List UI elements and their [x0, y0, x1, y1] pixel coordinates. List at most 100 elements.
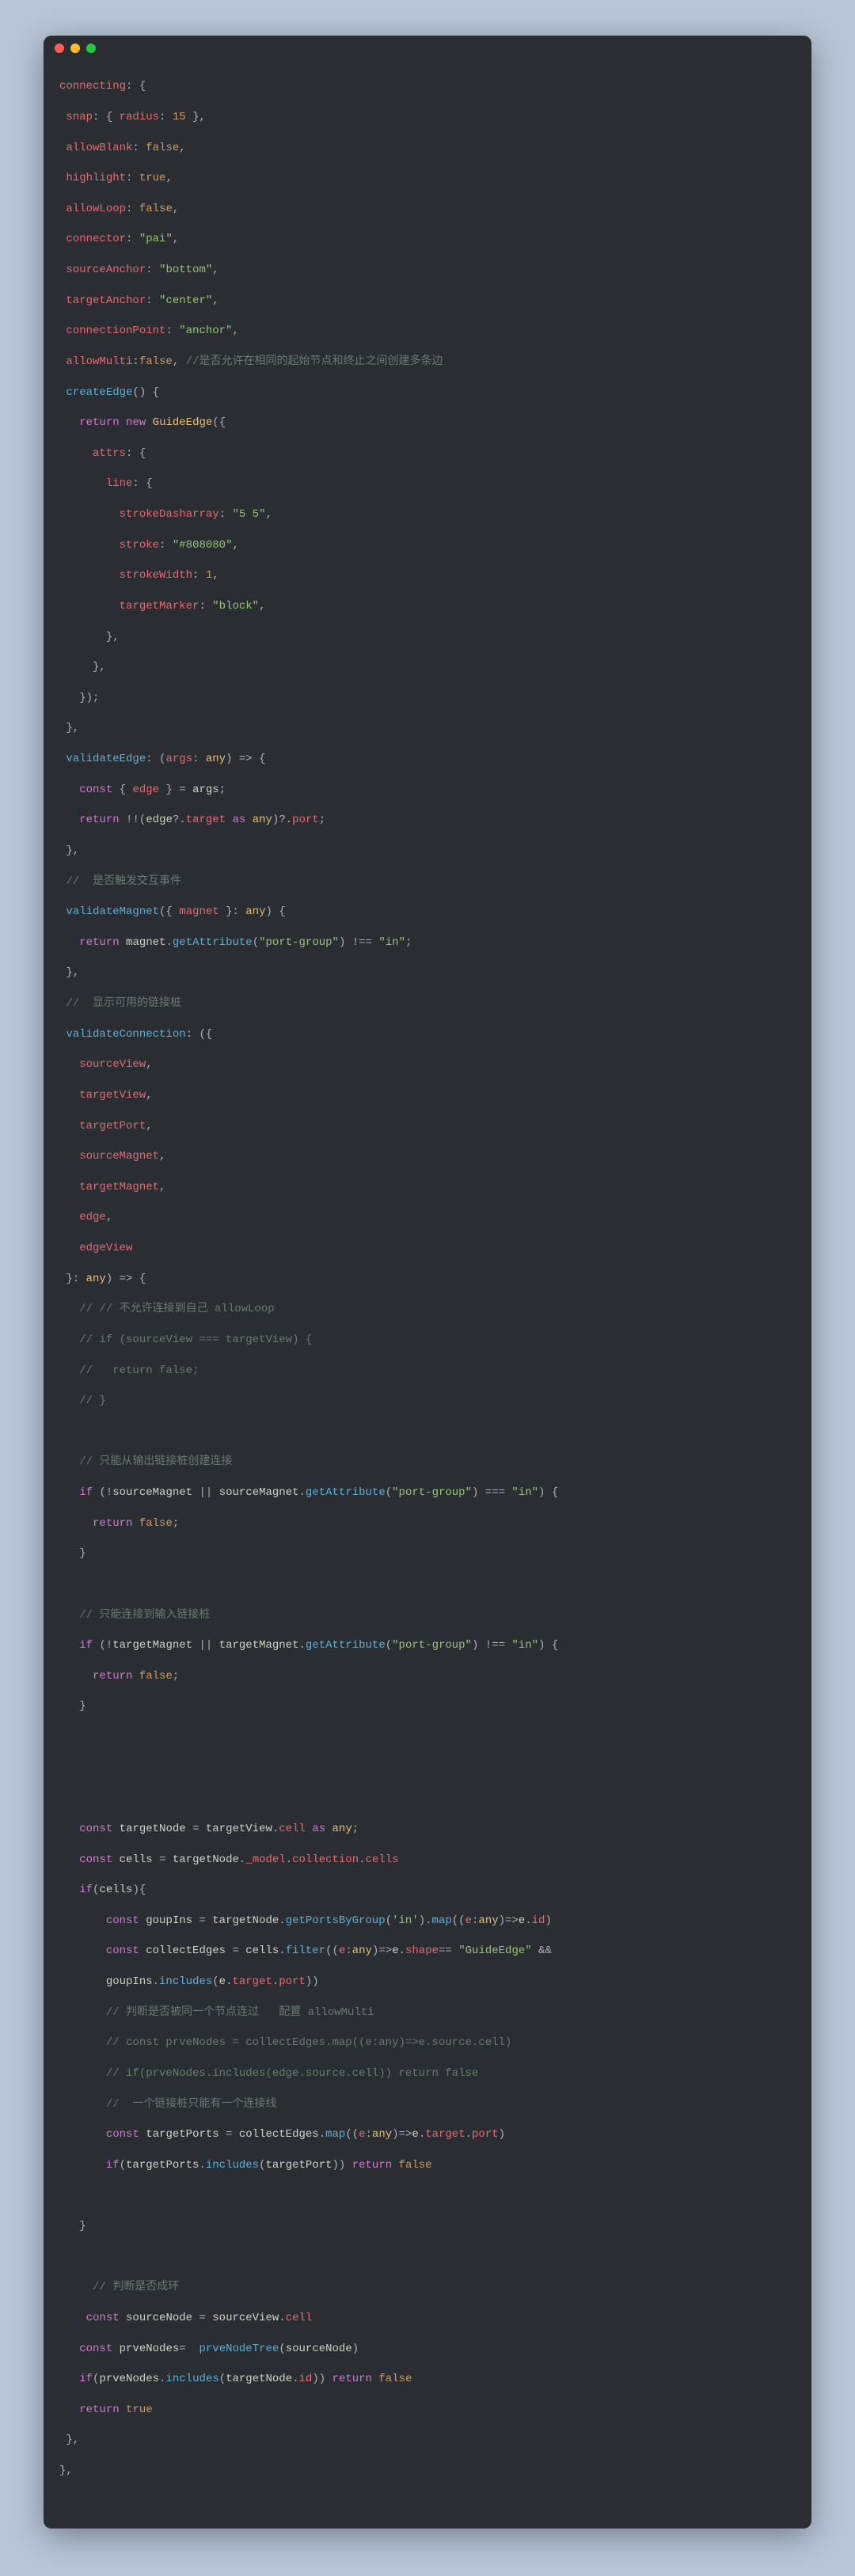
str-in-single: 'in'	[392, 1914, 419, 1927]
tp-any: any	[245, 905, 265, 918]
kw-return: return	[79, 814, 119, 826]
prop-source-anchor: sourceAnchor	[66, 264, 146, 276]
tp-any: any	[253, 814, 272, 826]
id-prve-nodes: prveNodes	[99, 2373, 159, 2385]
id-e: e	[412, 2128, 418, 2141]
kw-const: const	[106, 1914, 139, 1927]
kw-const: const	[79, 783, 112, 796]
id-source-view: sourceView	[212, 2312, 279, 2324]
comment-close: // }	[79, 1394, 106, 1407]
id-target: target	[232, 1975, 272, 1988]
id-e: e	[519, 1914, 525, 1927]
str-port-group: "port-group"	[392, 1486, 472, 1499]
str-in: "in"	[511, 1639, 538, 1652]
prop-allow-multi: allowMulti	[66, 355, 132, 368]
kw-if: if	[79, 1486, 93, 1499]
fn-map: map	[432, 1914, 452, 1927]
code-area[interactable]: connecting: { snap: { radius: 15 }, allo…	[44, 61, 811, 2529]
id-source-magnet: sourceMagnet	[79, 1150, 159, 1163]
kw-const: const	[79, 1823, 112, 1835]
id-collection: collection	[292, 1853, 359, 1866]
num-1: 1	[206, 569, 212, 582]
window-minimize-button[interactable]	[70, 44, 80, 53]
id-e: e	[339, 1944, 345, 1957]
id-port: port	[292, 814, 319, 826]
kw-const: const	[86, 2312, 120, 2324]
cls-guide-edge: GuideEdge	[153, 416, 213, 429]
comment-if-same: // if (sourceView === targetView) {	[79, 1334, 312, 1346]
id-source-magnet: sourceMagnet	[219, 1486, 299, 1499]
id-target: target	[425, 2128, 465, 2141]
prop-target-marker: targetMarker	[120, 600, 200, 613]
str-in: "in"	[378, 936, 405, 949]
id-target-magnet: targetMagnet	[219, 1639, 299, 1652]
id-target-node: targetNode	[120, 1823, 186, 1835]
prop-snap: snap	[66, 111, 93, 123]
comment-same-node: // 判断是否被同一个节点连过 配置 allowMulti	[106, 2006, 374, 2019]
window-zoom-button[interactable]	[86, 44, 96, 53]
comment-prve-includes: // if(prveNodes.includes(edge.source.cel…	[106, 2067, 478, 2080]
id-edge: edge	[132, 783, 159, 796]
bool-false: false	[399, 2159, 432, 2172]
window-close-button[interactable]	[55, 44, 64, 53]
id-source-node: sourceNode	[126, 2312, 192, 2324]
fn-map: map	[325, 2128, 345, 2141]
id-target-port: targetPort	[265, 2159, 332, 2172]
str-guide-edge: "GuideEdge"	[458, 1944, 531, 1957]
kw-return: return	[352, 2159, 392, 2172]
kw-const: const	[79, 1853, 112, 1866]
prop-radius: radius	[120, 111, 159, 123]
tp-any: any	[332, 1823, 352, 1835]
kw-return: return	[79, 2403, 119, 2416]
prop-attrs: attrs	[93, 447, 126, 460]
num-15: 15	[173, 111, 186, 123]
id-id: id	[532, 1914, 545, 1927]
id-e: e	[466, 1914, 472, 1927]
bool-false: false	[139, 1517, 173, 1530]
id-target-node: targetNode	[212, 1914, 279, 1927]
fn-prve-node-tree: prveNodeTree	[199, 2343, 279, 2355]
kw-as: as	[312, 1823, 325, 1835]
prop-allow-loop: allowLoop	[66, 203, 126, 215]
prop-line: line	[106, 477, 133, 490]
kw-if: if	[106, 2159, 120, 2172]
id-cells: cells	[366, 1853, 399, 1866]
id-magnet: magnet	[126, 936, 165, 949]
fn-get-attr: getAttribute	[306, 1639, 386, 1652]
id-source-magnet: sourceMagnet	[112, 1486, 192, 1499]
id-cells: cells	[99, 1884, 132, 1896]
kw-return: return	[79, 936, 119, 949]
prop-dash: strokeDasharray	[120, 508, 219, 521]
comment-show-ports: // 显示可用的链接桩	[66, 997, 181, 1010]
tp-any: any	[478, 1914, 498, 1927]
kw-const: const	[106, 2128, 139, 2141]
fn-get-attr: getAttribute	[173, 936, 253, 949]
comment-out-only: // 只能从输出链接桩创建连接	[79, 1455, 232, 1468]
kw-const: const	[106, 1944, 139, 1957]
comment-is-loop: // 判断是否成环	[93, 2281, 179, 2293]
fn-validate-edge: validateEdge	[66, 753, 146, 765]
fn-validate-magnet: validateMagnet	[66, 905, 159, 918]
comment-trigger: // 是否触发交互事件	[66, 875, 181, 888]
id-e: e	[219, 1975, 226, 1988]
id-port: port	[279, 1975, 306, 1988]
bool-true: true	[126, 2403, 153, 2416]
prop-connection-point: connectionPoint	[66, 324, 165, 337]
tp-any: any	[352, 1944, 372, 1957]
kw-new: new	[126, 416, 146, 429]
str-color: "#808080"	[173, 539, 233, 552]
id-collect-edges: collectEdges	[146, 1944, 226, 1957]
kw-return: return	[332, 2373, 372, 2385]
prop-connector: connector	[66, 233, 126, 245]
id-target-node: targetNode	[226, 2373, 292, 2385]
id-target-view: targetView	[79, 1089, 146, 1102]
str-pai: "pai"	[139, 233, 173, 245]
prop-stroke-width: strokeWidth	[120, 569, 192, 582]
fn-includes: includes	[165, 2373, 218, 2385]
bool-false: false	[139, 355, 173, 368]
id-shape: shape	[405, 1944, 439, 1957]
str-5-5: "5 5"	[232, 508, 265, 521]
fn-validate-connection: validateConnection	[66, 1028, 185, 1041]
prop-stroke: stroke	[120, 539, 159, 552]
fn-includes: includes	[159, 1975, 212, 1988]
